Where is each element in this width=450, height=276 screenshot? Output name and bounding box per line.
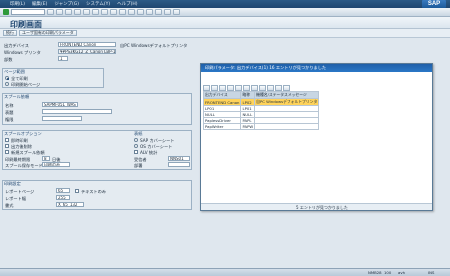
menu-bar: 印刷(L) 編集(E) ジャンプ(G) システム(Y) ヘルプ(H) — [0, 0, 450, 8]
status-server: avh — [398, 270, 405, 275]
output-device-field[interactable]: FRONTEND Canon — [58, 42, 116, 47]
dept-label: 部署 — [134, 163, 143, 168]
spool-title-label: 表題 — [5, 110, 14, 115]
cover-sap-radio[interactable] — [134, 138, 138, 142]
command-field[interactable] — [11, 9, 45, 15]
new-spool-checkbox[interactable] — [5, 150, 9, 154]
system-toolbar — [0, 8, 450, 17]
spool-request-title: スプール依頼 — [4, 94, 30, 99]
delete-after-checkbox[interactable] — [5, 144, 9, 148]
col-short[interactable]: 略称 — [240, 91, 256, 99]
popup-status: 5 エントリが見つかりました — [201, 203, 432, 210]
menu-edit[interactable]: 編集(E) — [32, 1, 47, 7]
device-grid: 出力デバイス 略称 機種名/ステータスメッセージ FRONTEND Canon … — [202, 91, 323, 130]
menu-print[interactable]: 印刷(L) — [10, 1, 25, 7]
spool-mode-field[interactable]: 印刷のみ — [42, 162, 70, 167]
menu-system[interactable]: システム(Y) — [86, 1, 110, 7]
new-spool-label: 新規スプール依頼 — [11, 150, 45, 155]
title-bar: 印刷画面 — [0, 17, 450, 29]
page-range-title: ページ範囲 — [4, 69, 25, 74]
spool-auth-label: 権限 — [5, 117, 14, 122]
user-print-params-button[interactable]: ユーザ固有の印刷パラメータ — [19, 30, 77, 36]
format-field[interactable]: X_65_132 — [56, 202, 84, 207]
dept-field[interactable] — [168, 162, 190, 167]
status-mode: INS — [428, 270, 435, 275]
table-row[interactable]: PapWriter PAPW — [202, 123, 320, 130]
layout-icon[interactable] — [173, 9, 180, 15]
sap-logo: SAP — [422, 0, 446, 8]
table-row[interactable]: FRONTEND Canon LP02 自PC Windowsデフォルトプリンタ — [202, 98, 320, 106]
status-client: 100 — [384, 270, 392, 275]
first-page-icon[interactable] — [110, 9, 117, 15]
cover-os-radio[interactable] — [134, 144, 138, 148]
application-toolbar: 続行 ユーザ固有の印刷パラメータ — [0, 29, 450, 38]
spool-options-title: スプールオプション — [4, 131, 42, 136]
retention-field[interactable]: 8 — [42, 156, 50, 161]
grid-header: 出力デバイス 略称 機種名/ステータスメッセージ — [202, 91, 320, 99]
new-session-icon[interactable] — [146, 9, 153, 15]
next-page-icon[interactable] — [128, 9, 135, 15]
recipient-field[interactable]: NNS01 — [168, 156, 190, 161]
last-page-icon[interactable] — [137, 9, 144, 15]
output-device-label: 出力デバイス — [4, 43, 29, 48]
shortcut-icon[interactable] — [155, 9, 162, 15]
cell-short[interactable]: PAPW — [240, 123, 256, 130]
continue-button[interactable]: 続行 — [3, 30, 17, 36]
width-field[interactable]: 255 — [56, 195, 70, 200]
width-label: レポート幅 — [5, 196, 26, 201]
help-icon[interactable] — [164, 9, 171, 15]
spool-title-field[interactable] — [42, 109, 112, 114]
cell-device[interactable]: FRONTEND Canon — [202, 98, 242, 106]
cover-alv-checkbox[interactable] — [134, 150, 138, 154]
save-icon[interactable] — [47, 9, 54, 15]
menu-goto[interactable]: ジャンプ(G) — [54, 1, 79, 7]
spool-name-label: 名称 — [5, 103, 14, 108]
print-settings-group — [2, 180, 192, 210]
page-range-pages-radio[interactable] — [5, 82, 9, 86]
text-only-checkbox[interactable] — [75, 189, 79, 193]
col-device[interactable]: 出力デバイス — [202, 91, 242, 99]
cell-device[interactable]: PapWriter — [202, 123, 242, 130]
cell-desc[interactable] — [254, 123, 320, 130]
find-next-icon[interactable] — [101, 9, 108, 15]
output-device-popup: 印刷パラメータ: 出力デバイス(1) 16 エントリが見つかりました 出力デバイ… — [200, 63, 433, 211]
cover-alv-label: ALV 統計 — [140, 150, 158, 155]
page-range-pages-label: 印刷開始ページ — [11, 82, 41, 87]
cancel-icon[interactable] — [74, 9, 81, 15]
text-only-label: テキストのみ — [81, 189, 106, 194]
print-now-checkbox[interactable] — [5, 138, 9, 142]
copies-label: 部数 — [4, 57, 13, 62]
cell-desc[interactable]: 自PC Windowsデフォルトプリンタ — [254, 98, 320, 106]
page-range-all-radio[interactable] — [5, 76, 9, 80]
menu-help[interactable]: ヘルプ(H) — [117, 1, 137, 7]
spool-mode-label: スプール保存モード — [5, 163, 43, 168]
spool-name-field[interactable]: SAPMF05L_WAS — [42, 102, 78, 107]
cell-short[interactable]: LP02 — [240, 98, 256, 106]
back-icon[interactable] — [56, 9, 63, 15]
prev-page-icon[interactable] — [119, 9, 126, 15]
status-bar: NMB28 100 avh INS — [0, 268, 450, 276]
enter-icon[interactable] — [3, 9, 9, 15]
popup-title: 印刷パラメータ: 出力デバイス(1) 16 エントリが見つかりました — [201, 64, 432, 72]
pages-field[interactable]: 65 — [56, 188, 70, 193]
print-icon[interactable] — [83, 9, 90, 15]
windows-printer-label: Windows プリンタ — [4, 50, 41, 55]
output-device-desc: 自PC Windowsデフォルトプリンタ — [120, 43, 188, 48]
spool-auth-field[interactable] — [42, 116, 82, 121]
windows-printer-field: ¥¥PS3KG12_Z_Canon LBP-1710 — [58, 49, 116, 54]
col-desc[interactable]: 機種名/ステータスメッセージ — [254, 91, 320, 99]
format-label: 書式 — [5, 203, 14, 208]
cover-title: 表紙 — [134, 131, 143, 136]
find-icon[interactable] — [92, 9, 99, 15]
exit-icon[interactable] — [65, 9, 72, 15]
print-settings-title: 印刷設定 — [4, 181, 21, 186]
status-system: NMB28 — [368, 270, 382, 275]
copies-field[interactable]: 1 — [58, 56, 68, 61]
pages-label: レポートページ — [5, 189, 35, 194]
